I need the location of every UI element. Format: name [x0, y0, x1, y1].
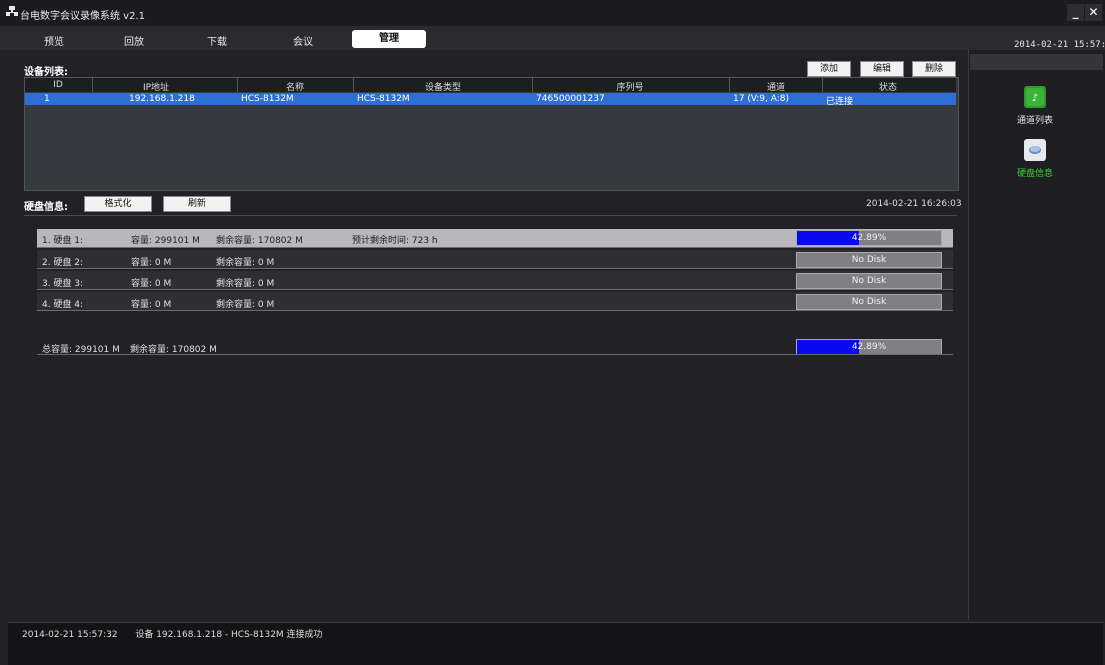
disk-name: 2. 硬盘 2:: [42, 258, 84, 268]
refresh-button[interactable]: 刷新: [163, 196, 231, 212]
cell-channel: 17 (V:9, A:8): [733, 94, 789, 104]
tab-management[interactable]: 管理: [352, 30, 426, 48]
disk-remaining-time: 预计剩余时间: 723 h: [352, 236, 438, 246]
disk-free: 剩余容量: 170802 M: [216, 236, 303, 246]
disk-free: 剩余容量: 0 M: [216, 300, 275, 310]
column-header-device-type[interactable]: 设备类型: [425, 80, 461, 93]
disk-capacity: 容量: 299101 M: [131, 236, 200, 246]
channel-list-label[interactable]: 通道列表: [1016, 113, 1054, 126]
column-header-ip[interactable]: IP地址: [143, 80, 169, 93]
tab-bar: [0, 26, 1105, 50]
app-logo-icon: [6, 6, 18, 18]
disk-free: 剩余容量: 0 M: [216, 279, 275, 289]
tab-meeting[interactable]: 会议: [293, 33, 313, 48]
cell-status: 已连接: [826, 97, 854, 107]
format-button[interactable]: 格式化: [84, 196, 152, 212]
column-header-id[interactable]: ID: [53, 80, 63, 90]
right-panel: [968, 50, 1105, 620]
disk-usage-text: No Disk: [851, 276, 887, 286]
column-divider: [237, 78, 238, 92]
column-divider: [729, 78, 730, 92]
disk-name: 4. 硬盘 4:: [42, 300, 84, 310]
cell-id: 1: [44, 94, 50, 104]
column-divider: [353, 78, 354, 92]
log-message: 设备 192.168.1.218 - HCS-8132M 连接成功: [135, 630, 323, 640]
column-header-status[interactable]: 状态: [879, 80, 897, 93]
title-bar: [0, 0, 1105, 26]
disk-usage-bar: No Disk: [796, 294, 942, 310]
column-divider: [532, 78, 533, 92]
disk-usage-text: No Disk: [851, 297, 887, 307]
cell-ip: 192.168.1.218: [129, 94, 195, 104]
log-entry: 2014-02-21 15:57:32 设备 192.168.1.218 - H…: [22, 627, 323, 640]
minimize-button[interactable]: _: [1067, 4, 1084, 21]
app-title: 台电数字会议录像系统 v2.1: [20, 11, 145, 22]
log-time: 2014-02-21 15:57:32: [22, 630, 118, 640]
divider: [24, 215, 957, 216]
disk-timestamp: 2014-02-21 16:26:03: [866, 199, 962, 209]
close-button[interactable]: ✕: [1085, 4, 1102, 21]
column-header-serial[interactable]: 序列号: [616, 80, 643, 93]
disk-capacity: 容量: 0 M: [131, 279, 172, 289]
disk-info-icon[interactable]: [1024, 139, 1046, 161]
cell-serial: 746500001237: [536, 94, 605, 104]
tab-download[interactable]: 下载: [207, 33, 227, 48]
disk-name: 3. 硬盘 3:: [42, 279, 84, 289]
channel-list-icon[interactable]: ♪: [1024, 86, 1046, 108]
device-list-heading: 设备列表:: [24, 67, 68, 78]
cell-name: HCS-8132M: [241, 94, 294, 104]
total-usage-text: 42.89%: [851, 342, 887, 352]
tab-preview[interactable]: 预览: [44, 33, 64, 48]
disk-usage-bar: No Disk: [796, 273, 942, 289]
disk-name: 1. 硬盘 1:: [42, 236, 84, 246]
divider: [37, 354, 953, 355]
disk-info-heading: 硬盘信息:: [24, 202, 68, 213]
disk-usage-bar: 42.89%: [796, 230, 942, 246]
disk-usage-bar: No Disk: [796, 252, 942, 268]
edit-button[interactable]: 编辑: [860, 61, 904, 77]
total-usage-bar: 42.89%: [796, 339, 942, 355]
column-divider: [822, 78, 823, 92]
cell-device-type: HCS-8132M: [357, 94, 410, 104]
disk-capacity: 容量: 0 M: [131, 300, 172, 310]
add-button[interactable]: 添加: [807, 61, 851, 77]
disk-usage-text: 42.89%: [851, 233, 887, 243]
system-clock: 2014-02-21 15:57:53: [1014, 40, 1105, 50]
disk-info-label[interactable]: 硬盘信息: [1016, 166, 1054, 179]
tab-playback[interactable]: 回放: [124, 33, 144, 48]
disk-capacity: 容量: 0 M: [131, 258, 172, 268]
column-divider: [92, 78, 93, 92]
right-panel-header: [970, 54, 1103, 70]
svg-text:♪: ♪: [1032, 93, 1038, 104]
disk-usage-text: No Disk: [851, 255, 887, 265]
column-header-channel[interactable]: 通道: [767, 80, 785, 93]
column-header-name[interactable]: 名称: [286, 80, 304, 93]
delete-button[interactable]: 删除: [912, 61, 956, 77]
disk-free: 剩余容量: 0 M: [216, 258, 275, 268]
